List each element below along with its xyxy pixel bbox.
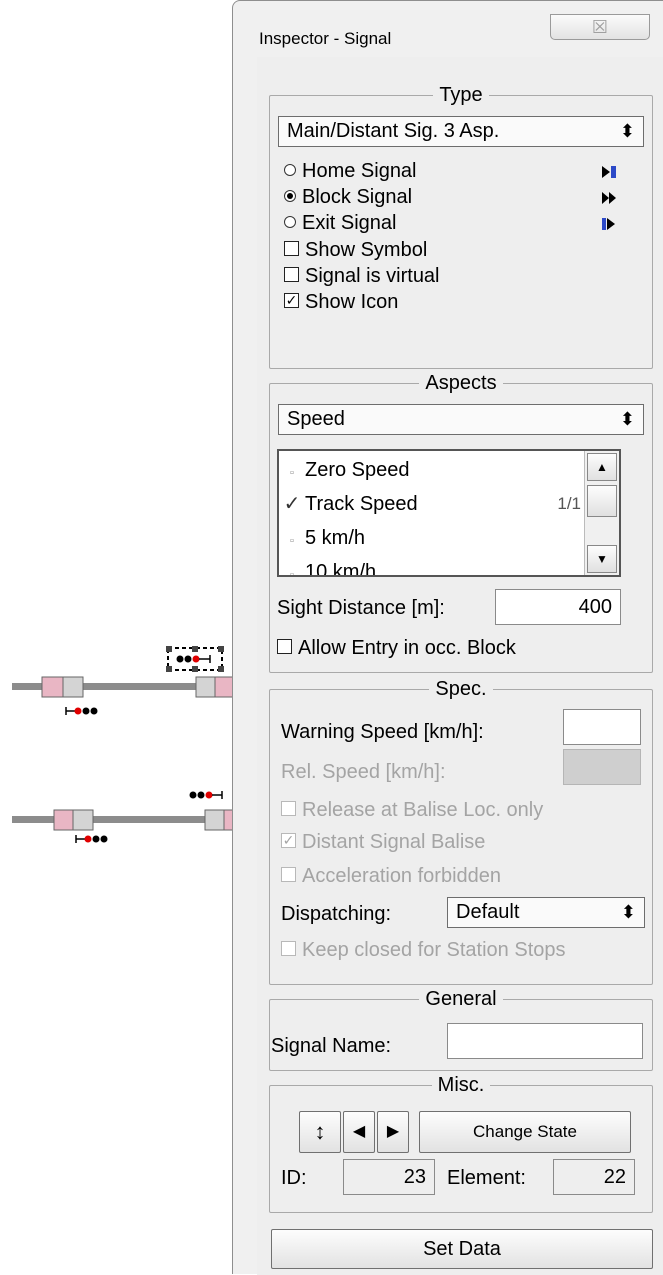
radio-home-signal[interactable]: Home Signal	[284, 158, 417, 184]
unchecked-mark-icon: ▫	[290, 467, 294, 479]
change-state-button[interactable]: Change State	[419, 1111, 631, 1153]
radio-exit-signal[interactable]: Exit Signal	[284, 210, 397, 236]
checkbox-box	[277, 639, 292, 655]
element-field: 22	[553, 1159, 635, 1195]
checkbox-box	[284, 267, 299, 283]
id-label: ID:	[281, 1167, 307, 1189]
signal-name-field[interactable]	[447, 1023, 643, 1059]
track-layout-canvas[interactable]	[0, 0, 250, 1274]
checkbox-checked: ✓	[284, 292, 299, 309]
aspect-kind-value: Speed	[287, 408, 345, 430]
list-item[interactable]: ▫ 5 km/h	[279, 521, 365, 555]
listbox-scrollbar[interactable]: ▲ ▼	[584, 451, 619, 575]
aspects-listbox[interactable]: ▫ Zero Speed ✓ Track Speed 1/1 ▫ 5 km/h ▫ 10 …	[277, 449, 621, 577]
warning-speed-field[interactable]	[563, 709, 641, 745]
selected-signal-icon[interactable]	[166, 646, 224, 672]
signal-block-lower-right-gray[interactable]	[204, 809, 226, 831]
element-label: Element:	[447, 1167, 526, 1189]
list-item[interactable]: ▫ Zero Speed	[279, 453, 409, 487]
warning-speed-label: Warning Speed [km/h]:	[281, 721, 484, 743]
scroll-down-button[interactable]: ▼	[587, 545, 617, 573]
spec-legend: Spec.	[429, 678, 493, 700]
inspector-window: Inspector - Signal ☒ Type Main/Distant S…	[232, 0, 663, 1275]
right-arrow-icon: ▶	[386, 1123, 400, 1140]
signal-block-upper-right-gray[interactable]	[195, 676, 217, 698]
check-mark-icon: ✓	[283, 493, 301, 515]
window-title: Inspector - Signal	[259, 29, 392, 48]
scroll-down-icon: ▼	[596, 552, 608, 566]
close-button[interactable]: ☒	[550, 14, 650, 40]
scroll-up-button[interactable]: ▲	[587, 453, 617, 481]
signal-type-value: Main/Distant Sig. 3 Asp.	[287, 120, 500, 142]
allow-entry-checkbox[interactable]: Allow Entry in occ. Block	[277, 635, 516, 661]
list-item[interactable]: ✓ Track Speed 1/1	[279, 487, 585, 521]
set-data-button[interactable]: Set Data	[271, 1229, 653, 1269]
keep-closed-checkbox[interactable]: Keep closed for Station Stops	[281, 937, 566, 963]
show-symbol-checkbox[interactable]: Show Symbol	[284, 237, 427, 263]
popup-arrows-icon: ⬍	[619, 121, 635, 141]
type-legend: Type	[433, 84, 489, 106]
signal-icon-upper-small[interactable]	[65, 707, 98, 715]
popup-arrows-icon: ⬍	[620, 902, 636, 922]
checkbox-box	[284, 241, 299, 257]
unchecked-mark-icon: ▫	[290, 569, 294, 577]
checkbox-checked: ✓	[281, 832, 296, 849]
flip-button[interactable]: ↕	[299, 1111, 341, 1153]
right-arrow-button[interactable]: ▶	[377, 1111, 409, 1153]
left-arrow-icon: ◀	[352, 1123, 366, 1140]
radio-indicator-selected	[284, 189, 296, 202]
sight-distance-field[interactable]: 400	[495, 589, 621, 625]
signal-virtual-checkbox[interactable]: Signal is virtual	[284, 263, 440, 289]
popup-arrows-icon: ⬍	[619, 409, 635, 429]
radio-indicator	[284, 215, 296, 228]
signal-type-popup[interactable]: Main/Distant Sig. 3 Asp. ⬍	[278, 116, 644, 147]
signal-icon-lower-top[interactable]	[189, 791, 223, 799]
aspects-legend: Aspects	[419, 372, 503, 394]
checkbox-box	[281, 941, 296, 957]
signal-icon-lower-bottom[interactable]	[75, 835, 108, 843]
checkbox-box	[281, 801, 296, 817]
dispatching-popup[interactable]: Default ⬍	[447, 897, 645, 928]
close-icon: ☒	[591, 17, 609, 37]
scroll-thumb[interactable]	[587, 485, 617, 517]
rel-speed-label: Rel. Speed [km/h]:	[281, 761, 446, 783]
dispatching-label: Dispatching:	[281, 903, 392, 925]
checkbox-box	[281, 867, 296, 883]
show-icon-checkbox[interactable]: ✓ Show Icon	[284, 289, 398, 315]
flip-vertical-icon: ↕	[314, 1119, 326, 1144]
misc-legend: Misc.	[431, 1074, 491, 1096]
aspect-counter: 1/1	[557, 494, 581, 513]
general-legend: General	[419, 988, 503, 1010]
title-bar[interactable]: Inspector - Signal ☒	[233, 1, 663, 57]
left-arrow-button[interactable]: ◀	[343, 1111, 375, 1153]
release-at-balise-checkbox[interactable]: Release at Balise Loc. only	[281, 797, 543, 823]
acceleration-forbidden-checkbox[interactable]: Acceleration forbidden	[281, 863, 501, 889]
list-item[interactable]: ▫ 10 km/h	[279, 555, 376, 577]
home-signal-icon	[602, 166, 616, 178]
scroll-up-icon: ▲	[596, 460, 608, 474]
type-group: Type Main/Distant Sig. 3 Asp. ⬍ Home Sig…	[269, 84, 653, 369]
signal-block-lower-left[interactable]	[53, 809, 75, 831]
rel-speed-field[interactable]	[563, 749, 641, 785]
dispatching-value: Default	[456, 901, 520, 923]
signal-block-upper-left-gray[interactable]	[62, 676, 84, 698]
sight-distance-label: Sight Distance [m]:	[277, 597, 445, 619]
block-signal-icon	[602, 192, 616, 204]
inspector-client: Type Main/Distant Sig. 3 Asp. ⬍ Home Sig…	[257, 57, 663, 1275]
signal-block-upper-left[interactable]	[41, 676, 65, 698]
radio-block-signal[interactable]: Block Signal	[284, 184, 412, 210]
unchecked-mark-icon: ▫	[290, 535, 294, 547]
signal-name-label: Signal Name:	[271, 1035, 392, 1057]
exit-signal-icon	[602, 218, 615, 230]
id-field: 23	[343, 1159, 435, 1195]
aspect-kind-popup[interactable]: Speed ⬍	[278, 404, 644, 435]
distant-signal-balise-checkbox[interactable]: ✓ Distant Signal Balise	[281, 829, 485, 855]
signal-block-lower-left-gray[interactable]	[72, 809, 94, 831]
radio-indicator	[284, 163, 296, 176]
